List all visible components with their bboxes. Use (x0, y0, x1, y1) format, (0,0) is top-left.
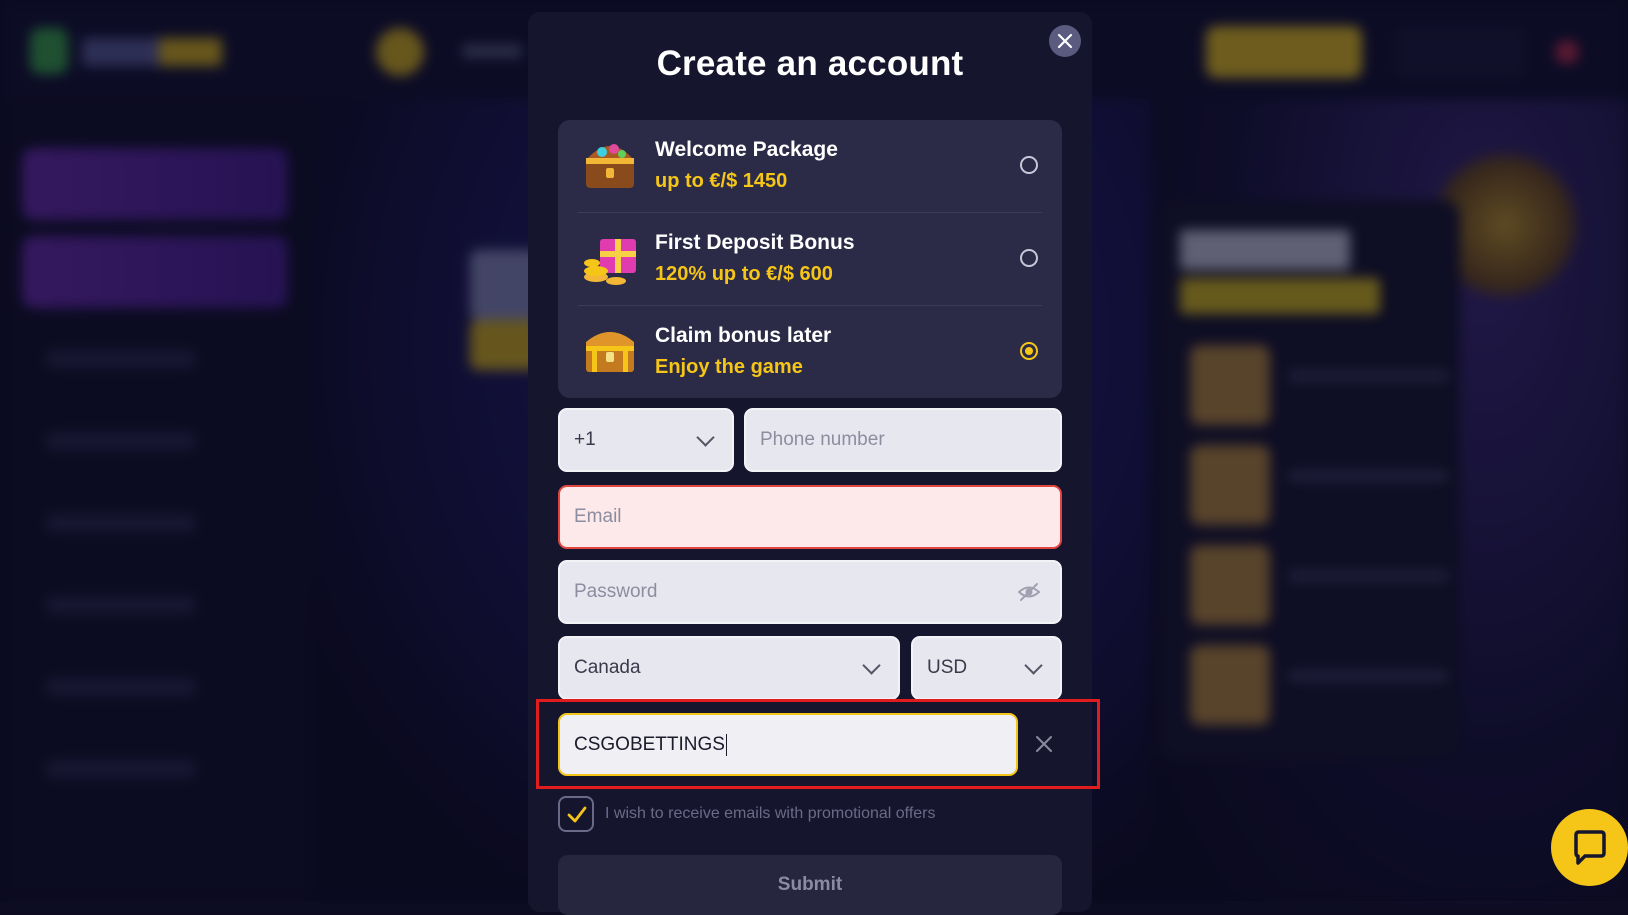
bonus-radio[interactable] (1020, 249, 1038, 267)
bonus-title: First Deposit Bonus (655, 231, 855, 254)
currency-value: USD (927, 657, 968, 678)
password-placeholder: Password (574, 581, 658, 602)
chevron-down-icon (696, 428, 715, 447)
chevron-down-icon (1024, 656, 1043, 675)
bonus-radio-selected[interactable] (1020, 342, 1038, 360)
bonus-radio[interactable] (1020, 156, 1038, 174)
phone-number-input[interactable]: Phone number (744, 408, 1062, 472)
email-field[interactable]: Email (558, 485, 1062, 549)
chat-button[interactable] (1551, 809, 1628, 886)
bonus-option-welcome[interactable]: Welcome Package up to €/$ 1450 (578, 120, 1042, 213)
email-placeholder: Email (574, 506, 622, 527)
submit-button[interactable]: Submit (558, 855, 1062, 915)
bonus-subtitle: up to €/$ 1450 (655, 170, 788, 192)
bonus-title: Welcome Package (655, 138, 838, 161)
phone-number-placeholder: Phone number (760, 429, 885, 450)
modal-title: Create an account (656, 44, 964, 83)
currency-select[interactable]: USD (911, 636, 1062, 700)
treasure-chest-icon (586, 332, 634, 372)
country-value: Canada (574, 657, 641, 678)
treasure-chest-gems-icon (586, 144, 634, 188)
country-select[interactable]: Canada (558, 636, 900, 700)
bonus-option-claim-later[interactable]: Claim bonus later Enjoy the game (578, 306, 1042, 398)
chat-bubble-icon (1574, 830, 1606, 865)
password-field[interactable]: Password (558, 560, 1062, 624)
promo-emails-label: I wish to receive emails with promotiona… (605, 805, 936, 822)
promo-emails-checkbox[interactable] (558, 796, 594, 832)
phone-code-select[interactable]: +1 (558, 408, 734, 472)
eye-slash-icon[interactable] (1018, 582, 1040, 602)
bonus-subtitle: Enjoy the game (655, 356, 803, 378)
bonus-subtitle: 120% up to €/$ 600 (655, 263, 833, 285)
checkmark-icon (567, 806, 587, 823)
gift-coins-icon (584, 239, 636, 285)
phone-code-value: +1 (574, 429, 596, 450)
chevron-down-icon (862, 656, 881, 675)
bonus-title: Claim bonus later (655, 324, 832, 347)
bonus-option-first-deposit[interactable]: First Deposit Bonus 120% up to €/$ 600 (578, 213, 1042, 306)
annotation-highlight-box (536, 699, 1100, 789)
